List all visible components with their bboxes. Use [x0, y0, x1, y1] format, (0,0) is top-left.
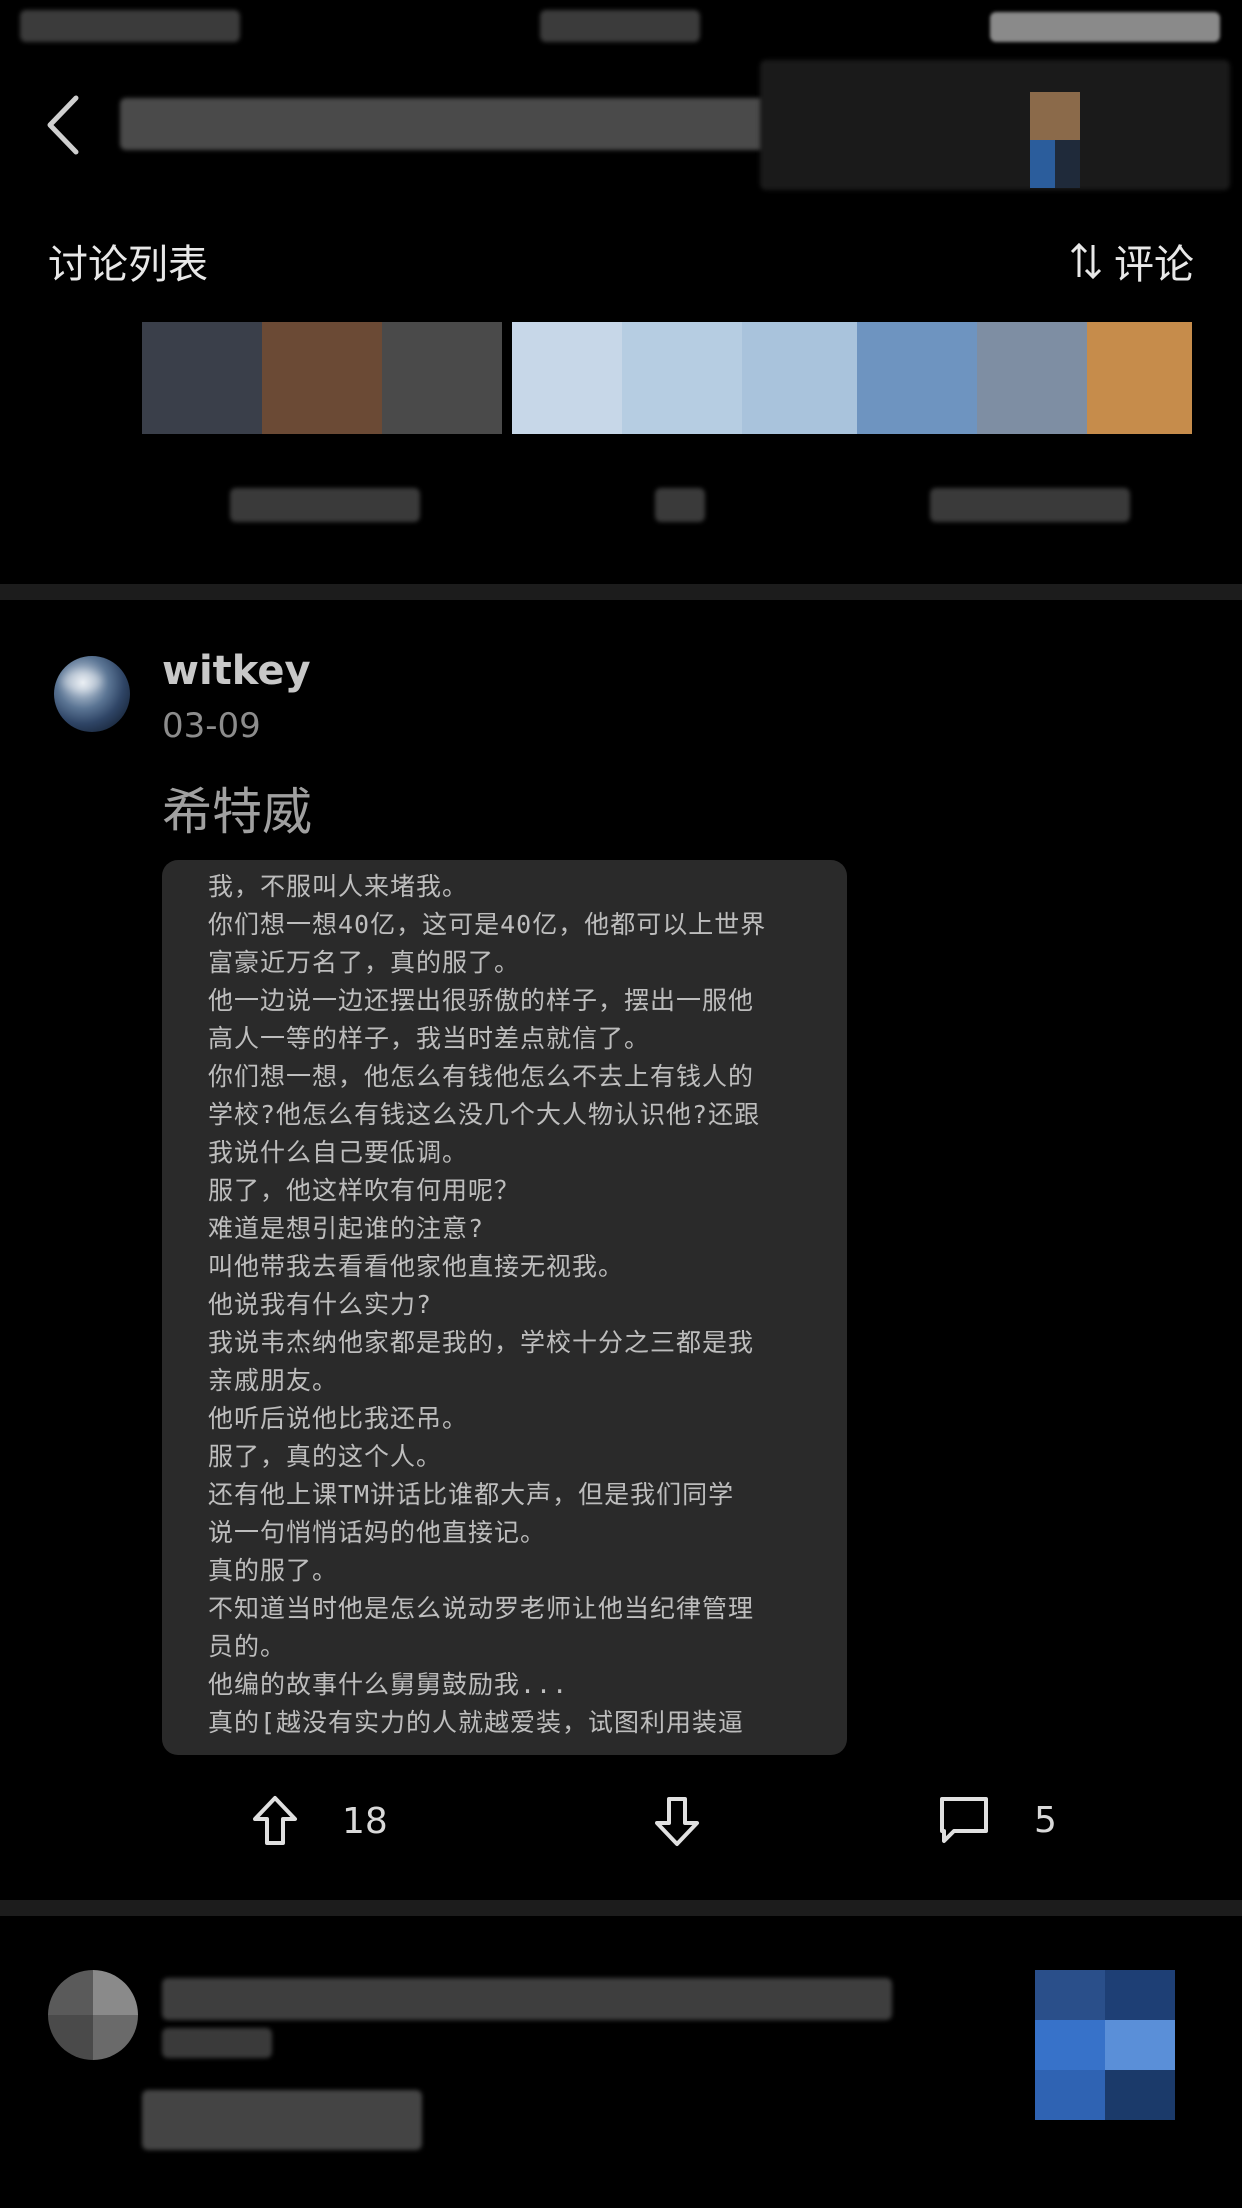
previous-post-comment-redacted — [930, 488, 1130, 522]
post-title[interactable]: 希特威 — [162, 772, 312, 844]
upvote-count: 18 — [342, 1800, 388, 1842]
comment-button[interactable]: 5 — [938, 1795, 1057, 1845]
upvote-button[interactable]: 18 — [252, 1795, 388, 1847]
note-line: 真的[越没有实力的人就越爱装，试图利用装逼 — [208, 1708, 745, 1737]
next-post-date-redacted — [162, 2028, 272, 2058]
note-line: 员的。 — [208, 1632, 287, 1661]
comment-icon — [940, 1797, 988, 1843]
note-line: 你们想一想40亿，这可是40亿，他都可以上世界 — [208, 910, 767, 939]
post-image-note[interactable]: 我，不服叫人来堵我。 你们想一想40亿，这可是40亿，他都可以上世界 富豪近万名… — [162, 860, 847, 1755]
downvote-button[interactable] — [654, 1795, 700, 1847]
note-line: 说一句悄悄话妈的他直接记。 — [208, 1518, 547, 1547]
next-post-thumbnail-redacted — [1035, 1970, 1175, 2120]
header-title-redacted — [120, 98, 780, 150]
note-line: 他听后说他比我还吊。 — [208, 1404, 469, 1433]
next-post-avatar-redacted — [48, 1970, 138, 2060]
next-post-title-redacted — [142, 2090, 422, 2150]
note-line: 你们想一想，他怎么有钱他怎么不去上有钱人的 — [208, 1062, 755, 1091]
comment-count: 5 — [1034, 1799, 1057, 1841]
note-line: 学校?他怎么有钱这么没几个大人物认识他?还跟 — [208, 1100, 761, 1129]
status-time-redacted — [20, 10, 240, 42]
sort-by-comments-button[interactable]: 评论 — [1070, 232, 1194, 290]
note-line: 叫他带我去看看他家他直接无视我。 — [208, 1252, 625, 1281]
chevron-left-icon — [47, 95, 79, 155]
note-line: 真的服了。 — [208, 1556, 339, 1585]
previous-post-upvote-redacted — [230, 488, 420, 522]
header-avatar-redacted — [1030, 92, 1080, 188]
section-divider — [0, 584, 1242, 600]
note-line: 还有他上课TM讲话比谁都大声，但是我们同学 — [208, 1480, 735, 1509]
avatar[interactable] — [54, 656, 130, 732]
post-date: 03-09 — [162, 706, 261, 746]
note-line: 服了，他这样吹有何用呢？ — [208, 1176, 521, 1205]
previous-post-downvote-redacted — [655, 488, 705, 522]
arrow-down-icon — [655, 1797, 699, 1846]
note-line: 我，不服叫人来堵我。 — [208, 872, 469, 901]
status-bar — [0, 0, 1242, 50]
note-line: 难道是想引起谁的注意? — [208, 1214, 485, 1243]
note-line: 服了，真的这个人。 — [208, 1442, 443, 1471]
note-line: 他编的故事什么舅舅鼓励我... — [208, 1670, 569, 1699]
discussion-list-title: 讨论列表 — [48, 242, 208, 288]
status-carrier-redacted — [540, 10, 700, 42]
note-line: 不知道当时他是怎么说动罗老师让他当纪律管理 — [208, 1594, 755, 1623]
section-divider — [0, 1900, 1242, 1916]
next-post-username-redacted — [162, 1978, 892, 2020]
note-line: 我说什么自己要低调。 — [208, 1138, 469, 1167]
note-line: 他一边说一边还摆出很骄傲的样子，摆出一服他 — [208, 986, 755, 1015]
sort-icon — [1070, 242, 1102, 280]
note-line: 我说韦杰纳他家都是我的，学校十分之三都是我 — [208, 1328, 755, 1357]
username[interactable]: witkey — [162, 648, 311, 694]
header-actions-redacted — [760, 60, 1230, 190]
back-button[interactable] — [40, 90, 90, 160]
note-line: 高人一等的样子，我当时差点就信了。 — [208, 1024, 651, 1053]
note-line: 富豪近万名了，真的服了。 — [208, 948, 521, 977]
arrow-up-icon — [253, 1796, 297, 1845]
battery-icon — [990, 12, 1220, 42]
previous-post-images-redacted — [142, 322, 1192, 434]
note-line: 亲戚朋友。 — [208, 1366, 339, 1395]
note-line: 他说我有什么实力? — [208, 1290, 433, 1319]
sort-label: 评论 — [1114, 242, 1194, 288]
